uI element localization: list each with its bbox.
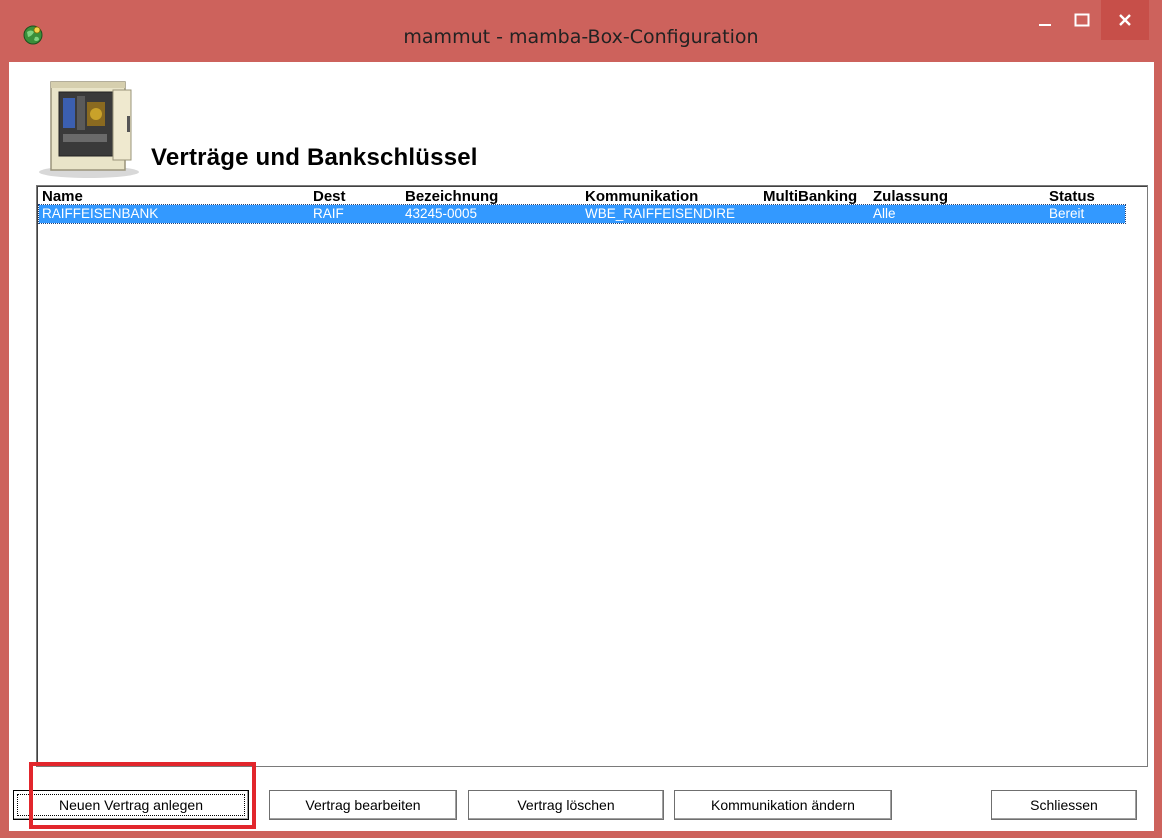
column-header-dest[interactable]: Dest — [313, 188, 403, 205]
client-area: Verträge und Bankschlüssel Name Dest Bez… — [9, 62, 1154, 831]
delete-contract-button[interactable]: Vertrag löschen — [468, 790, 664, 820]
cell-status: Bereit — [1049, 206, 1085, 221]
close-button[interactable]: Schliessen — [991, 790, 1137, 820]
safe-icon — [39, 81, 139, 178]
column-header-zulassung[interactable]: Zulassung — [873, 188, 1043, 205]
contracts-list[interactable]: Name Dest Bezeichnung Kommunikation Mult… — [36, 185, 1148, 767]
cell-kommunikation: WBE_RAIFFEISENDIRE — [585, 206, 736, 221]
close-icon — [1119, 14, 1131, 26]
cell-zulassung: Alle — [873, 206, 896, 221]
maximize-button[interactable] — [1063, 0, 1101, 40]
list-header: Name Dest Bezeichnung Kommunikation Mult… — [39, 188, 1145, 206]
minimize-button[interactable] — [1027, 0, 1063, 40]
cell-name: RAIFFEISENBANK — [42, 206, 159, 221]
change-communication-button[interactable]: Kommunikation ändern — [674, 790, 892, 820]
minimize-icon — [1039, 24, 1051, 26]
cell-dest: RAIF — [313, 206, 344, 221]
application-window: mammut - mamba-Box-Configuration Verträg… — [0, 0, 1162, 838]
column-header-bezeichnung[interactable]: Bezeichnung — [405, 188, 575, 205]
column-header-multibanking[interactable]: MultiBanking — [763, 188, 871, 205]
edit-contract-button[interactable]: Vertrag bearbeiten — [269, 790, 457, 820]
page-heading: Verträge und Bankschlüssel — [151, 144, 478, 171]
close-window-button[interactable] — [1101, 0, 1149, 40]
maximize-icon — [1074, 13, 1090, 27]
column-header-kommunikation[interactable]: Kommunikation — [585, 188, 755, 205]
cell-bezeichnung: 43245-0005 — [405, 206, 478, 221]
column-header-name[interactable]: Name — [42, 188, 312, 205]
column-header-status[interactable]: Status — [1049, 188, 1119, 205]
title-bar[interactable]: mammut - mamba-Box-Configuration — [0, 0, 1162, 62]
highlight-box — [29, 762, 256, 829]
table-row[interactable]: RAIFFEISENBANK RAIF 43245-0005 WBE_RAIFF… — [38, 204, 1126, 224]
window-title: mammut - mamba-Box-Configuration — [403, 26, 759, 48]
